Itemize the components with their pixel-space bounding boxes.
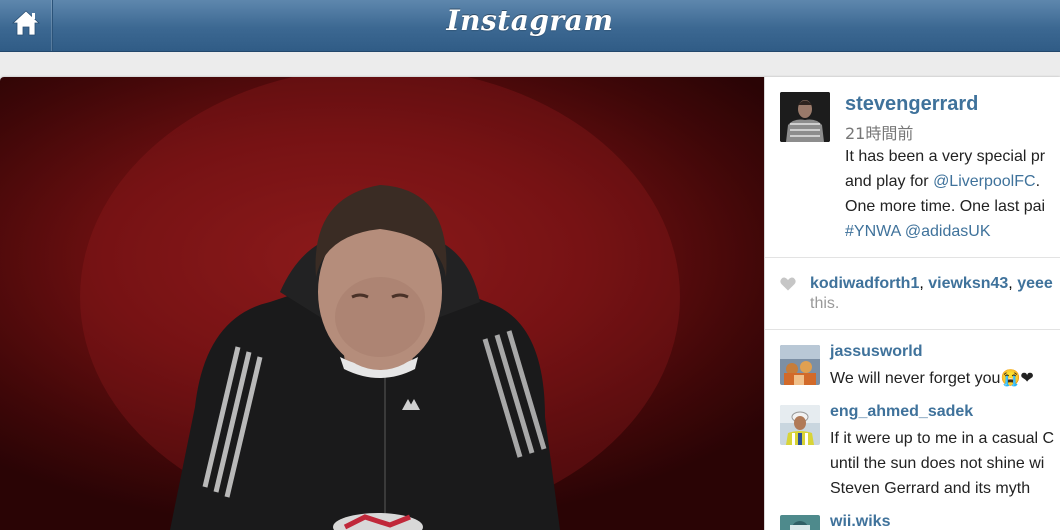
likes-suffix: this. xyxy=(810,295,840,312)
liverpoolfc-mention-link[interactable]: @LiverpoolFC xyxy=(933,173,1036,190)
commenter-avatar[interactable] xyxy=(780,345,820,385)
liker-link[interactable]: viewksn43 xyxy=(928,275,1008,292)
divider xyxy=(765,329,1060,330)
caption-line-2: and play for @LiverpoolFC. xyxy=(845,169,1060,194)
post-sidebar: stevengerrard 21時間前 It has been a very s… xyxy=(764,77,1060,530)
comment-text: We will never forget you😭❤ xyxy=(830,366,1034,391)
comment-line: We will never forget you😭❤ xyxy=(830,370,1034,387)
ynwa-hashtag-link[interactable]: #YNWA xyxy=(845,223,900,240)
commenter-username[interactable]: eng_ahmed_sadek xyxy=(830,403,973,421)
commenter-username[interactable]: wii.wiks xyxy=(830,513,890,530)
caption-line-1: It has been a very special pr xyxy=(845,148,1046,165)
commenter-avatar[interactable] xyxy=(780,405,820,445)
comment-line: Steven Gerrard and its myth xyxy=(830,480,1031,497)
top-bar: Instagram xyxy=(0,0,1060,52)
liker-link[interactable]: yeee xyxy=(1017,275,1053,292)
heart-icon[interactable] xyxy=(780,276,796,291)
post-photo[interactable] xyxy=(0,77,764,530)
post-card: stevengerrard 21時間前 It has been a very s… xyxy=(0,77,1060,530)
commenter-username[interactable]: jassusworld xyxy=(830,343,922,361)
caption-line-2-end: . xyxy=(1035,173,1041,190)
caption-line-3: One more time. One last pai xyxy=(845,198,1046,215)
commenter-avatar[interactable] xyxy=(780,515,820,530)
comment-line: until the sun does not shine wi xyxy=(830,455,1045,472)
instagram-logo[interactable]: Instagram xyxy=(0,4,1060,37)
divider xyxy=(765,257,1060,258)
caption-line-2-text: and play for xyxy=(845,173,934,190)
owner-username[interactable]: stevengerrard xyxy=(845,93,978,116)
caption-line-4: #YNWA @adidasUK xyxy=(845,219,1060,244)
adidasuk-mention-link[interactable]: @adidasUK xyxy=(905,223,991,240)
comment-text: If it were up to me in a casual C until … xyxy=(830,426,1054,501)
post-timestamp[interactable]: 21時間前 xyxy=(845,120,913,144)
liker-link[interactable]: kodiwadforth1 xyxy=(810,275,919,292)
owner-avatar[interactable] xyxy=(780,92,830,142)
post-caption: It has been a very special pr and play f… xyxy=(845,144,1060,244)
likers-list: kodiwadforth1, viewksn43, yeee xyxy=(810,275,1053,292)
comment-line: If it were up to me in a casual C xyxy=(830,430,1055,447)
